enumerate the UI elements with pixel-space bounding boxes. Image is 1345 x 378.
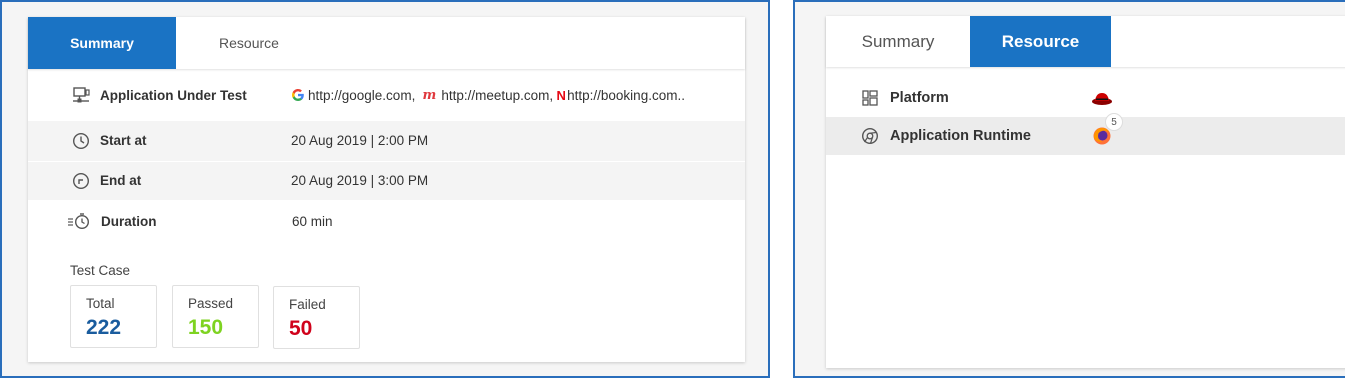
tab-summary[interactable]: Summary: [28, 17, 176, 69]
site-url: http://google.com,: [308, 87, 416, 103]
clock-end-icon: [71, 171, 91, 191]
tab-summary[interactable]: Summary: [826, 16, 970, 67]
tab-bar: Summary Resource: [826, 16, 1345, 67]
stat-label: Total: [86, 296, 115, 311]
stat-failed[interactable]: Failed 50: [273, 286, 360, 349]
summary-panel: Summary Resource Application Under Test …: [0, 0, 770, 378]
end-time: 20 Aug 2019 | 3:00 PM: [291, 173, 429, 189]
row-label: Platform: [890, 90, 949, 106]
test-case-title: Test Case: [70, 263, 131, 278]
row-start-at: Start at 20 Aug 2019 | 2:00 PM: [28, 121, 745, 161]
row-duration: Duration 60 min: [28, 200, 745, 242]
row-label: Application Runtime: [890, 128, 1031, 144]
stat-total[interactable]: Total 222: [70, 285, 157, 348]
monitor-network-icon: [71, 85, 91, 105]
tab-bar: Summary Resource: [28, 17, 745, 69]
row-label: Start at: [100, 133, 147, 149]
site-url: http://booking.com..: [567, 87, 685, 103]
netflix-icon: N: [556, 87, 566, 103]
chrome-outline-icon: [860, 126, 880, 146]
runtime-count-badge: 5: [1105, 113, 1123, 131]
tab-resource[interactable]: Resource: [970, 16, 1111, 67]
stat-value: 222: [86, 316, 122, 339]
row-label: Duration: [101, 213, 157, 229]
row-end-at: End at 20 Aug 2019 | 3:00 PM: [28, 160, 745, 200]
google-icon: [291, 88, 305, 102]
stat-passed[interactable]: Passed 150: [172, 285, 259, 348]
summary-rows: Application Under Test http://google.com…: [28, 69, 745, 242]
row-application-under-test: Application Under Test http://google.com…: [28, 69, 745, 121]
start-time: 20 Aug 2019 | 2:00 PM: [291, 133, 429, 149]
row-platform: Platform: [826, 79, 1345, 117]
tab-resource[interactable]: Resource: [176, 17, 322, 69]
summary-card: Summary Resource Application Under Test …: [28, 17, 745, 362]
grid-icon: [860, 88, 880, 108]
site-booking[interactable]: N http://booking.com..: [556, 88, 685, 103]
duration-value: 60 min: [292, 213, 333, 229]
stat-label: Passed: [188, 296, 234, 311]
row-application-runtime: Application Runtime 5: [826, 113, 1345, 155]
resource-card: Summary Resource Platform Application Ru…: [826, 16, 1345, 368]
redhat-icon: [1090, 86, 1114, 110]
application-urls: http://google.com, m http://meetup.com, …: [291, 88, 685, 103]
timer-icon: [66, 211, 91, 231]
firefox-icon: 5: [1090, 113, 1123, 148]
site-meetup[interactable]: m http://meetup.com,: [420, 88, 553, 103]
site-url: http://meetup.com,: [441, 87, 554, 103]
row-label: Application Under Test: [100, 87, 247, 103]
clock-icon: [71, 131, 91, 151]
row-label: End at: [100, 173, 142, 189]
stat-label: Failed: [289, 297, 326, 312]
stat-value: 50: [289, 317, 313, 340]
stat-value: 150: [188, 316, 224, 339]
resource-panel: Summary Resource Platform Application Ru…: [793, 0, 1345, 378]
meetup-icon: m: [422, 87, 437, 103]
site-google[interactable]: http://google.com,: [291, 88, 415, 103]
